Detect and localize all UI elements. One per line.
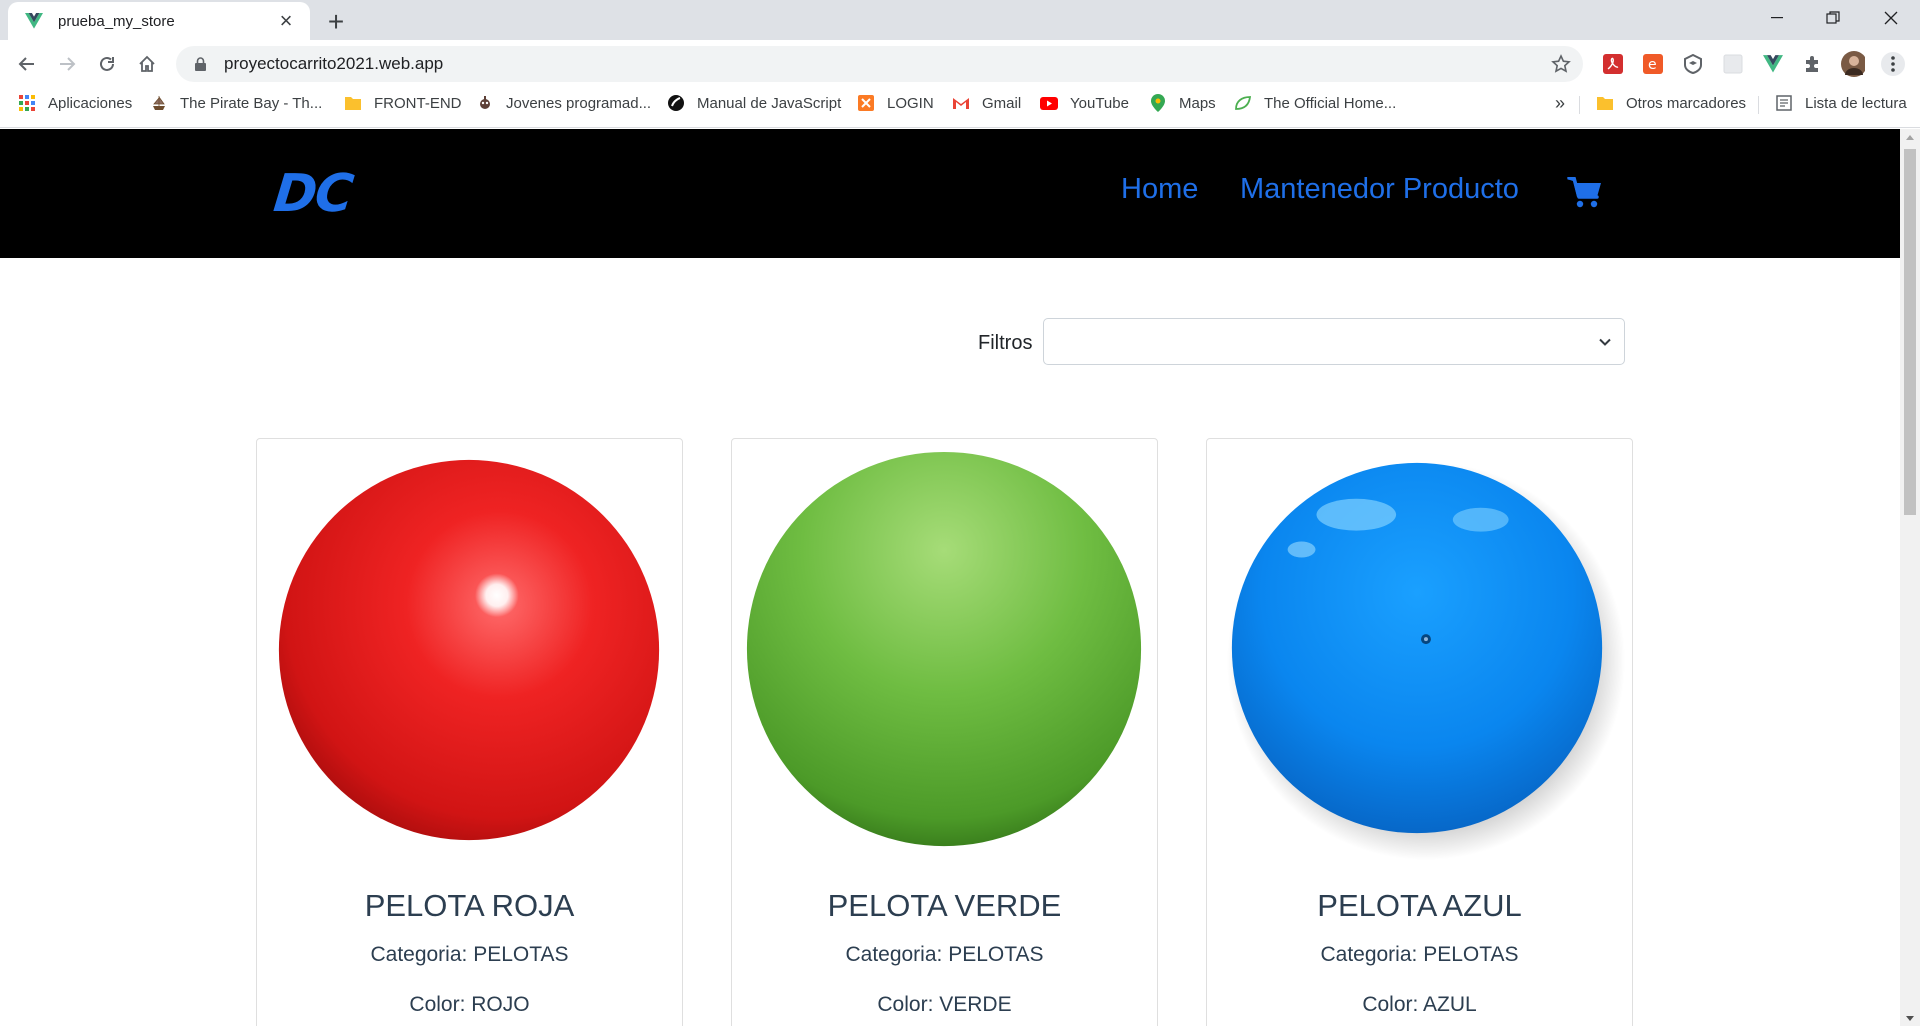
- leaf-logo-icon: [1234, 94, 1252, 112]
- site-logo[interactable]: DC: [271, 164, 355, 224]
- minimize-icon[interactable]: [1750, 0, 1804, 36]
- chevron-down-icon: [1599, 338, 1611, 346]
- product-color: Color: AZUL: [1362, 993, 1477, 1016]
- product-card[interactable]: PELOTA ROJA Categoria: PELOTAS Color: RO…: [256, 438, 683, 1026]
- product-category: Categoria: PELOTAS: [1320, 943, 1519, 966]
- bookmark-label: The Official Home...: [1264, 94, 1397, 112]
- site-navbar: DC Home Mantenedor Producto: [0, 129, 1900, 258]
- bookmark-youtube[interactable]: YouTube: [1040, 88, 1129, 118]
- product-image-green-ball: [746, 451, 1142, 847]
- profile-avatar[interactable]: [1841, 51, 1865, 77]
- extensions-puzzle-icon[interactable]: [1801, 52, 1825, 76]
- bookmark-star-icon[interactable]: [1551, 54, 1571, 74]
- shield-extension-icon[interactable]: [1681, 52, 1705, 76]
- bookmark-official-home[interactable]: The Official Home...: [1234, 88, 1396, 118]
- robot-icon: [476, 94, 494, 112]
- vue-devtools-icon[interactable]: [1761, 52, 1785, 76]
- bookmarks-overflow-chevron[interactable]: »: [1555, 88, 1565, 118]
- product-card[interactable]: PELOTA AZUL Categoria: PELOTAS Color: AZ…: [1206, 438, 1633, 1026]
- product-category: Categoria: PELOTAS: [370, 943, 569, 966]
- gmail-icon: [952, 94, 970, 112]
- bookmark-maps[interactable]: Maps: [1149, 88, 1216, 118]
- bookmark-jovenes[interactable]: Jovenes programad...: [476, 88, 651, 118]
- nav-mantenedor-link[interactable]: Mantenedor Producto: [1240, 173, 1519, 206]
- nav-home-link[interactable]: Home: [1121, 173, 1198, 206]
- bookmark-label: The Pirate Bay - Th...: [180, 94, 323, 112]
- product-card[interactable]: PELOTA VERDE Categoria: PELOTAS Color: V…: [731, 438, 1158, 1026]
- maps-pin-icon: [1149, 94, 1167, 112]
- reading-list[interactable]: Lista de lectura: [1775, 88, 1907, 118]
- forward-icon[interactable]: [51, 48, 83, 80]
- product-color: Color: VERDE: [877, 993, 1012, 1016]
- bookmark-label: Jovenes programad...: [506, 94, 652, 112]
- pirate-ship-icon: [150, 94, 168, 112]
- reading-list-icon: [1775, 94, 1793, 112]
- filters-select[interactable]: [1043, 318, 1625, 365]
- product-image-blue-ball: [1226, 461, 1626, 861]
- bookmark-label: FRONT-END: [374, 94, 462, 112]
- back-icon[interactable]: [11, 48, 43, 80]
- edpuzzle-extension-icon[interactable]: e: [1641, 52, 1665, 76]
- product-category: Categoria: PELOTAS: [845, 943, 1044, 966]
- new-tab-icon[interactable]: +: [322, 6, 350, 37]
- shopping-cart-icon[interactable]: [1567, 177, 1603, 209]
- youtube-icon: [1040, 94, 1058, 112]
- tab-close-icon[interactable]: ×: [274, 9, 298, 33]
- browser-tab[interactable]: prueba_my_store ×: [8, 2, 310, 40]
- scroll-up-icon[interactable]: [1900, 129, 1920, 145]
- svg-text:e: e: [1648, 57, 1657, 73]
- bookmark-label: Maps: [1179, 94, 1216, 112]
- xampp-icon: [857, 94, 875, 112]
- product-color: Color: ROJO: [409, 993, 530, 1016]
- bookmark-gmail[interactable]: Gmail: [952, 88, 1021, 118]
- folder-icon: [1596, 94, 1614, 112]
- lock-icon[interactable]: [192, 56, 208, 72]
- page-viewport: DC Home Mantenedor Producto Filtros PELO…: [0, 129, 1900, 1026]
- restore-icon[interactable]: [1806, 0, 1860, 36]
- close-window-icon[interactable]: [1864, 0, 1918, 36]
- scroll-down-icon[interactable]: [1900, 1010, 1920, 1026]
- bookmarks-divider: [1579, 96, 1580, 114]
- pdf-extension-icon[interactable]: [1601, 52, 1625, 76]
- bookmark-label: Otros marcadores: [1626, 94, 1747, 112]
- bookmark-otros[interactable]: Otros marcadores: [1596, 88, 1746, 118]
- bookmarks-divider: [1758, 96, 1759, 114]
- address-bar[interactable]: proyectocarrito2021.web.app: [176, 46, 1583, 82]
- bookmark-label: Aplicaciones: [48, 94, 133, 112]
- tab-title: prueba_my_store: [58, 12, 175, 30]
- reload-icon[interactable]: [91, 48, 123, 80]
- bookmark-label: Manual de JavaScript: [697, 94, 842, 112]
- bookmark-apps[interactable]: Aplicaciones: [18, 88, 132, 118]
- page-scrollbar[interactable]: [1900, 129, 1920, 1026]
- filters-label: Filtros: [978, 332, 1033, 354]
- scroll-thumb[interactable]: [1904, 149, 1916, 515]
- product-name: PELOTA ROJA: [364, 888, 575, 923]
- bookmark-label: LOGIN: [887, 94, 934, 112]
- product-name: PELOTA VERDE: [827, 888, 1062, 923]
- url-text: proyectocarrito2021.web.app: [224, 54, 444, 73]
- bookmark-label: Gmail: [982, 94, 1022, 112]
- tab-strip: prueba_my_store × +: [0, 0, 1920, 40]
- product-image-red-ball: [278, 459, 660, 841]
- bookmark-front-end[interactable]: FRONT-END: [344, 88, 462, 118]
- home-icon[interactable]: [131, 48, 163, 80]
- apps-grid-icon: [18, 94, 36, 112]
- bookmark-pirate-bay[interactable]: The Pirate Bay - Th...: [150, 88, 322, 118]
- blank-extension-icon[interactable]: [1721, 52, 1745, 76]
- vue-favicon-icon: [24, 11, 44, 31]
- bookmarks-bar: Aplicaciones The Pirate Bay - Th... FRON…: [0, 88, 1920, 128]
- product-name: PELOTA AZUL: [1317, 888, 1522, 923]
- bookmark-manual-js[interactable]: Manual de JavaScript: [667, 88, 841, 118]
- folder-icon: [344, 94, 362, 112]
- bookmark-label: YouTube: [1070, 94, 1129, 112]
- menu-kebab-icon[interactable]: [1881, 52, 1905, 76]
- bookmark-login[interactable]: LOGIN: [857, 88, 934, 118]
- bookmark-label: Lista de lectura: [1805, 94, 1907, 112]
- swirl-logo-icon: [667, 94, 685, 112]
